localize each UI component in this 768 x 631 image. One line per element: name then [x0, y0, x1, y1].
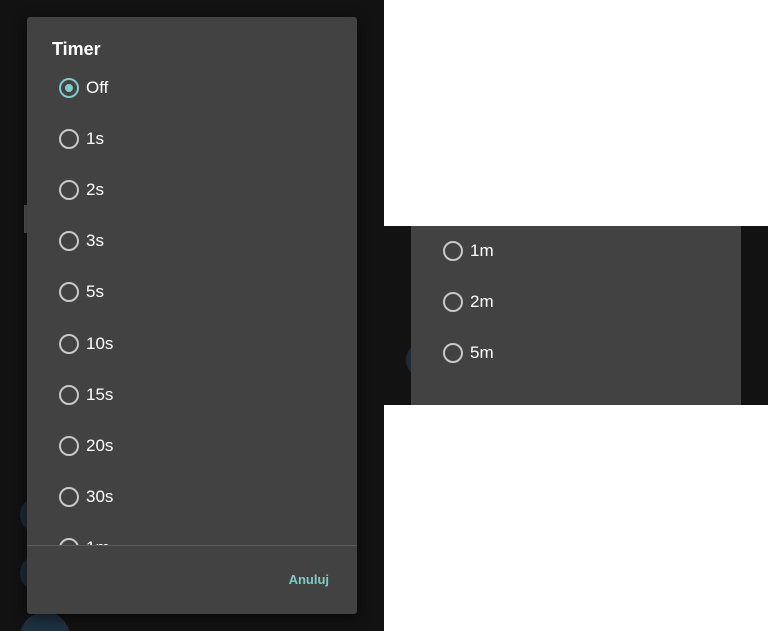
timer-option-list: 1m 2m 5m: [411, 226, 741, 379]
timer-option-10s[interactable]: 10s: [27, 318, 357, 369]
option-label: Off: [86, 77, 109, 97]
timer-option-1m[interactable]: 1m: [411, 226, 741, 276]
radio-unchecked-icon[interactable]: [59, 435, 79, 456]
option-label: 10s: [86, 333, 114, 353]
option-label: 5m: [470, 342, 494, 362]
options-scroll-area[interactable]: Off 1s 2s 3s 5s 10s 15s 20s 30s: [27, 62, 357, 545]
option-label: 3s: [86, 231, 104, 251]
dialog-divider: [27, 545, 357, 546]
timer-option-1s[interactable]: 1s: [27, 113, 357, 164]
option-label: 30s: [86, 487, 114, 507]
option-label: 20s: [86, 435, 114, 455]
timer-option-2m[interactable]: 2m: [411, 276, 741, 327]
timer-option-off[interactable]: Off: [27, 62, 357, 113]
timer-option-30s[interactable]: 30s: [27, 472, 357, 523]
timer-option-5s[interactable]: 5s: [27, 267, 357, 318]
option-label: 5s: [86, 282, 104, 302]
timer-dialog: Timer Off 1s 2s 3s 5s 10s 15s 20s 30s An…: [27, 17, 357, 614]
radio-unchecked-icon[interactable]: [59, 384, 79, 405]
dialog-title: Timer: [52, 39, 101, 59]
option-label: 15s: [86, 384, 114, 404]
radio-unchecked-icon[interactable]: [443, 291, 463, 312]
radio-unchecked-icon[interactable]: [59, 179, 79, 200]
option-label: 2m: [470, 291, 494, 311]
radio-unchecked-icon[interactable]: [59, 282, 79, 303]
timer-option-5m[interactable]: 5m: [411, 327, 741, 378]
screenshot-scrolled: 1m 2m 5m: [384, 226, 768, 405]
radio-unchecked-icon[interactable]: [59, 333, 79, 354]
option-label: 1s: [86, 128, 104, 148]
option-label: 2s: [86, 179, 104, 199]
option-label: 1m: [470, 240, 494, 260]
timer-option-3s[interactable]: 3s: [27, 216, 357, 267]
timer-option-15s[interactable]: 15s: [27, 369, 357, 420]
radio-unchecked-icon[interactable]: [59, 538, 79, 545]
timer-option-1m[interactable]: 1m: [27, 523, 357, 545]
option-label: 1m: [86, 538, 110, 545]
radio-unchecked-icon[interactable]: [59, 128, 79, 149]
screenshot-top: Timer Off 1s 2s 3s 5s 10s 15s 20s 30s An…: [0, 0, 384, 631]
radio-unchecked-icon[interactable]: [59, 231, 79, 252]
radio-unchecked-icon[interactable]: [59, 487, 79, 508]
radio-unchecked-icon[interactable]: [443, 240, 463, 261]
cancel-button[interactable]: Anuluj: [289, 572, 329, 587]
timer-option-list: Off 1s 2s 3s 5s 10s 15s 20s 30s: [27, 62, 357, 545]
radio-checked-icon[interactable]: [59, 77, 79, 98]
timer-dialog-scrolled: 1m 2m 5m: [411, 226, 741, 405]
background-avatar: [20, 612, 70, 631]
timer-option-20s[interactable]: 20s: [27, 420, 357, 471]
timer-option-2s[interactable]: 2s: [27, 164, 357, 215]
radio-unchecked-icon[interactable]: [443, 342, 463, 363]
